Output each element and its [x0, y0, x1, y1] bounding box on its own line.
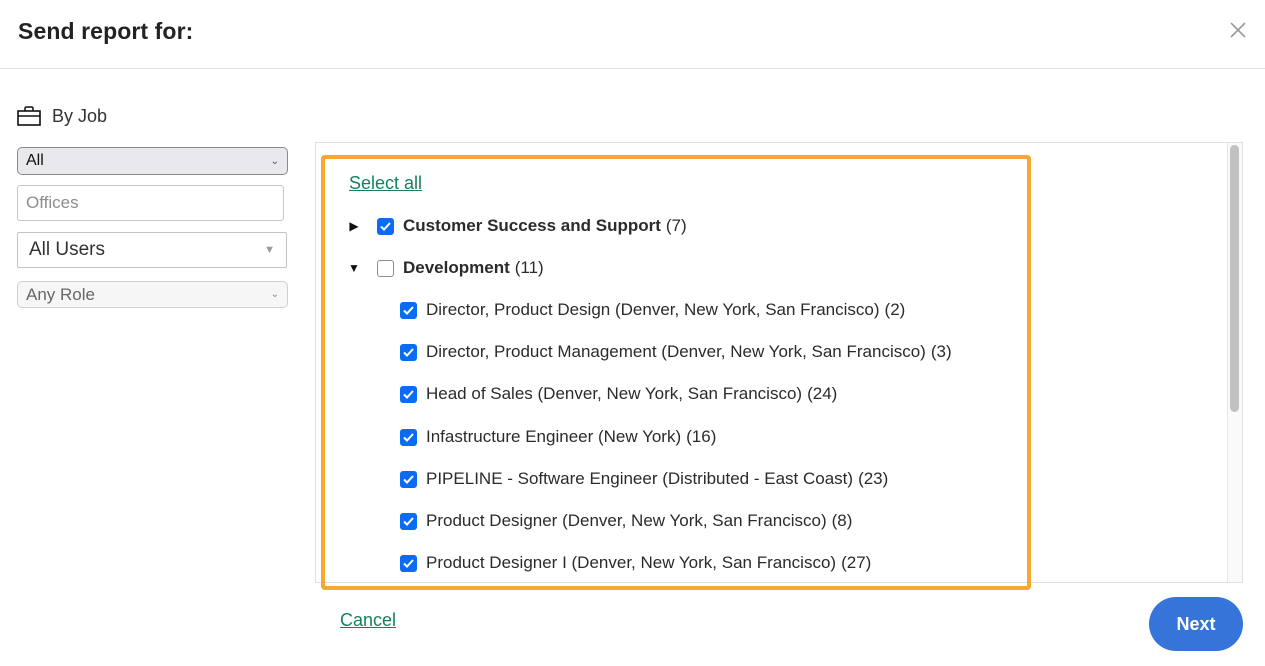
group-checkbox[interactable] — [377, 259, 394, 277]
job-count: (8) — [831, 511, 853, 530]
job-count: (16) — [686, 427, 717, 446]
chevron-down-icon: ⌄ — [270, 155, 279, 167]
checkmark-icon — [403, 305, 414, 315]
job-status-value: All — [26, 152, 44, 169]
briefcase-icon — [17, 106, 41, 126]
job-count: (27) — [841, 553, 872, 572]
chevron-down-icon: ⌄ — [270, 289, 279, 300]
modal-header: Send report for: — [0, 0, 1265, 69]
job-count: (23) — [858, 469, 889, 488]
job-count: (24) — [807, 384, 838, 403]
job-row: Director, Product Management (Denver, Ne… — [400, 340, 952, 364]
group-count: (11) — [514, 258, 544, 277]
job-row: Infastructure Engineer (New York) (16) — [400, 425, 716, 449]
group-count: (7) — [665, 216, 687, 235]
job-label: PIPELINE - Software Engineer (Distribute… — [426, 469, 854, 488]
job-checkbox[interactable] — [400, 512, 417, 530]
checkmark-icon — [380, 221, 391, 231]
job-label: Director, Product Management (Denver, Ne… — [426, 342, 926, 361]
checkmark-icon — [403, 347, 414, 357]
send-report-modal: Send report for: By Job All ⌄ All Users … — [0, 0, 1265, 666]
job-label: Head of Sales (Denver, New York, San Fra… — [426, 384, 803, 403]
checkmark-icon — [403, 516, 414, 526]
job-group-row: ▶ Customer Success and Support (7) — [348, 214, 687, 238]
cancel-link[interactable]: Cancel — [340, 610, 396, 631]
checkmark-icon — [403, 389, 414, 399]
checkmark-icon — [403, 474, 414, 484]
job-row: PIPELINE - Software Engineer (Distribute… — [400, 467, 888, 491]
job-label: Infastructure Engineer (New York) — [426, 427, 682, 446]
job-label: Director, Product Design (Denver, New Yo… — [426, 300, 880, 319]
group-name: Customer Success and Support — [403, 216, 661, 235]
job-checkbox[interactable] — [400, 301, 417, 319]
users-select-value: All Users — [29, 239, 106, 260]
by-job-label: By Job — [17, 104, 107, 128]
scrollbar-thumb[interactable] — [1230, 145, 1239, 412]
job-checkbox[interactable] — [400, 554, 417, 572]
job-label: Product Designer (Denver, New York, San … — [426, 511, 827, 530]
role-select[interactable]: Any Role ⌄ — [17, 281, 288, 308]
dropdown-triangle-icon: ▼ — [264, 244, 275, 256]
job-checkbox[interactable] — [400, 343, 417, 361]
job-label: Product Designer I (Denver, New York, Sa… — [426, 553, 837, 572]
close-icon — [1230, 22, 1246, 38]
job-row: Director, Product Design (Denver, New Yo… — [400, 298, 905, 322]
offices-input[interactable] — [17, 185, 284, 221]
job-row: Product Designer I (Denver, New York, Sa… — [400, 551, 871, 575]
job-row: Product Designer (Denver, New York, San … — [400, 509, 852, 533]
select-all-link[interactable]: Select all — [349, 173, 422, 194]
job-count: (2) — [884, 300, 906, 319]
job-count: (3) — [930, 342, 952, 361]
users-select[interactable]: All Users ▼ — [17, 232, 287, 268]
job-checkbox[interactable] — [400, 385, 417, 403]
next-button[interactable]: Next — [1149, 597, 1243, 651]
close-button[interactable] — [1228, 20, 1248, 40]
checkmark-icon — [403, 558, 414, 568]
job-group-row: ▼ Development (11) — [348, 256, 544, 280]
group-checkbox[interactable] — [377, 217, 394, 235]
job-status-select[interactable]: All ⌄ — [17, 147, 288, 175]
collapse-triangle-icon[interactable]: ▼ — [348, 261, 360, 275]
expand-triangle-icon[interactable]: ▶ — [348, 219, 360, 233]
job-checkbox[interactable] — [400, 428, 417, 446]
checkmark-icon — [403, 432, 414, 442]
modal-title: Send report for: — [18, 18, 194, 44]
role-select-value: Any Role — [26, 284, 95, 304]
group-name: Development — [403, 258, 510, 277]
job-row: Head of Sales (Denver, New York, San Fra… — [400, 382, 837, 406]
by-job-text: By Job — [52, 105, 108, 126]
job-checkbox[interactable] — [400, 470, 417, 488]
